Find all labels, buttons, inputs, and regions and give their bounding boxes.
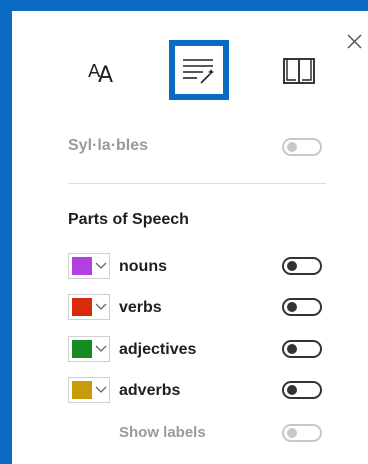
verbs-color-swatch bbox=[72, 298, 92, 316]
toggle-knob bbox=[287, 428, 297, 438]
nouns-color-swatch bbox=[72, 257, 92, 275]
verbs-label: verbs bbox=[119, 299, 162, 316]
tab-reading-preferences[interactable] bbox=[269, 40, 329, 100]
book-icon bbox=[283, 58, 315, 84]
panel-border-top bbox=[0, 0, 368, 11]
adjectives-label: adjectives bbox=[119, 341, 197, 358]
chevron-down-icon bbox=[95, 386, 107, 393]
parts-of-speech-title: Parts of Speech bbox=[68, 211, 189, 228]
chevron-down-icon bbox=[95, 262, 107, 269]
show-labels-toggle[interactable] bbox=[282, 424, 322, 442]
toggle-knob bbox=[287, 142, 297, 152]
close-icon bbox=[347, 34, 362, 49]
chevron-down-icon bbox=[95, 303, 107, 310]
syllables-toggle[interactable] bbox=[282, 138, 322, 156]
verbs-toggle[interactable] bbox=[282, 298, 322, 316]
adverbs-label: adverbs bbox=[119, 382, 181, 399]
verbs-color-picker[interactable] bbox=[68, 294, 110, 320]
adjectives-color-picker[interactable] bbox=[68, 336, 110, 362]
grammar-magic-icon bbox=[183, 59, 214, 84]
nouns-color-picker[interactable] bbox=[68, 253, 110, 279]
divider bbox=[68, 183, 326, 184]
nouns-label: nouns bbox=[119, 258, 167, 275]
adverbs-toggle[interactable] bbox=[282, 381, 322, 399]
immersive-reader-panel: A A Syl·la·bles Parts of Speech nouns ve… bbox=[0, 0, 368, 464]
panel-border-left bbox=[0, 0, 12, 464]
syllables-label: Syl·la·bles bbox=[68, 137, 149, 154]
toggle-knob bbox=[287, 385, 297, 395]
tab-text-preferences[interactable]: A A bbox=[70, 40, 130, 100]
chevron-down-icon bbox=[95, 345, 107, 352]
close-button[interactable] bbox=[340, 28, 368, 56]
toggle-knob bbox=[287, 344, 297, 354]
toggle-knob bbox=[287, 261, 297, 271]
show-labels-label: Show labels bbox=[119, 424, 206, 441]
text-size-icon: A A bbox=[88, 61, 113, 88]
svg-text:A: A bbox=[98, 63, 113, 88]
adverbs-color-picker[interactable] bbox=[68, 377, 110, 403]
adjectives-toggle[interactable] bbox=[282, 340, 322, 358]
tab-grammar-options[interactable] bbox=[169, 40, 229, 100]
tab-selected-frame bbox=[169, 40, 229, 100]
adverbs-color-swatch bbox=[72, 381, 92, 399]
toggle-knob bbox=[287, 302, 297, 312]
adjectives-color-swatch bbox=[72, 340, 92, 358]
nouns-toggle[interactable] bbox=[282, 257, 322, 275]
